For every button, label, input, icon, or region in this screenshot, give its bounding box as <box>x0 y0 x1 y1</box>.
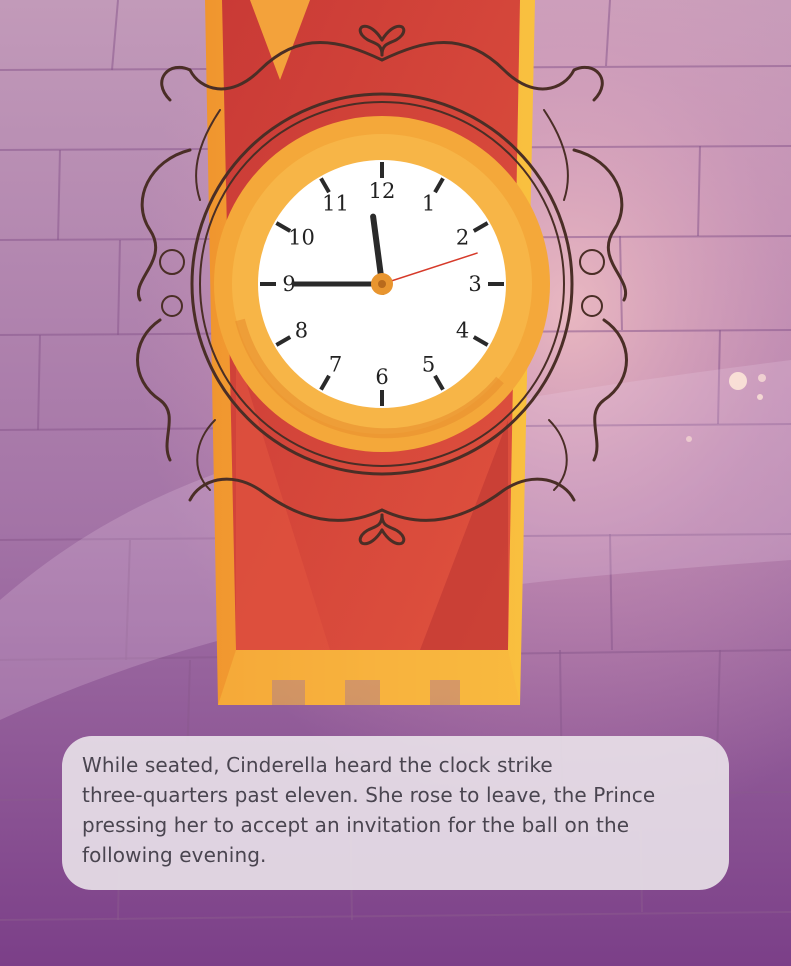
clock-numeral: 2 <box>456 226 469 250</box>
storybook-page: 12 1 2 3 4 5 6 7 8 9 10 11 While seated, Cinderella… <box>0 0 791 966</box>
sparkle <box>729 372 747 390</box>
caption-line: While seated, Cinderella heard the clock… <box>82 753 553 777</box>
caption-line: pressing her to accept an invitation for… <box>82 813 630 837</box>
clock-numeral: 4 <box>456 319 469 343</box>
sparkle <box>757 394 763 400</box>
sparkle <box>758 374 766 382</box>
clock-numeral: 10 <box>288 226 315 250</box>
clock-numeral: 12 <box>369 179 396 203</box>
sparkle <box>686 436 692 442</box>
clock-center-pin <box>378 280 386 288</box>
caption-line: three-quarters past eleven. She rose to … <box>82 783 656 807</box>
clock-numeral: 8 <box>295 319 308 343</box>
caption-line: following evening. <box>82 843 267 867</box>
caption-text: While seated, Cinderella heard the clock… <box>82 750 709 870</box>
clock-numeral: 1 <box>422 191 435 215</box>
clock-numeral: 6 <box>375 365 388 389</box>
clock-numeral: 11 <box>322 191 349 215</box>
clock-numeral: 7 <box>329 353 342 377</box>
clock-numeral: 3 <box>468 272 481 296</box>
caption-box: While seated, Cinderella heard the clock… <box>62 736 729 890</box>
clock-numeral: 5 <box>422 353 435 377</box>
